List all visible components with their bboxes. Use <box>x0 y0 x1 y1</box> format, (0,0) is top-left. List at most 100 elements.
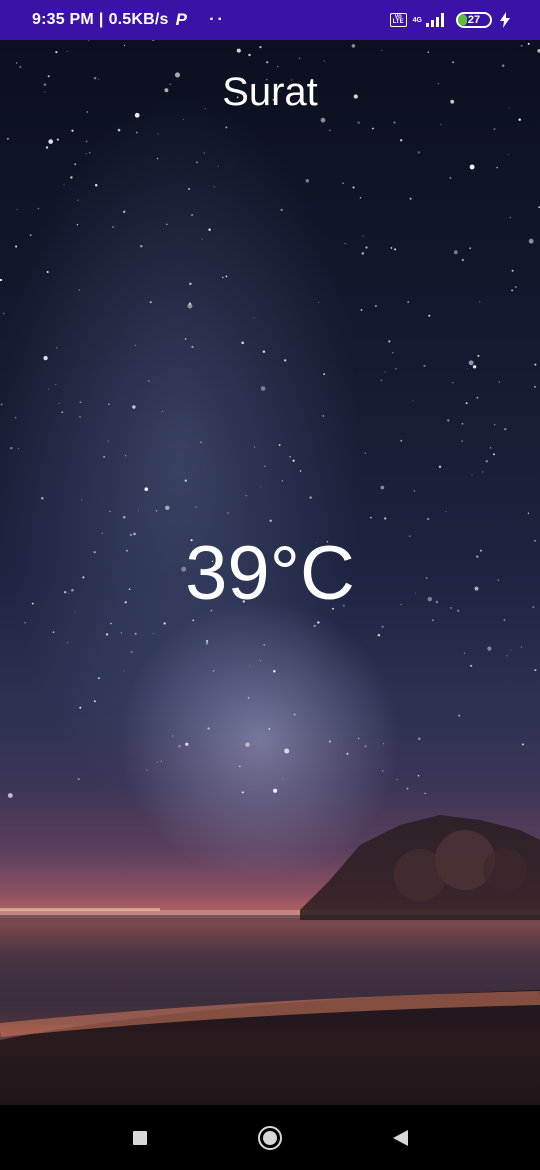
star <box>196 161 198 164</box>
star <box>533 385 536 388</box>
star <box>15 245 18 248</box>
star <box>79 401 82 404</box>
star <box>424 792 427 795</box>
star <box>382 770 384 772</box>
star <box>81 499 83 501</box>
star <box>400 139 403 142</box>
home-button[interactable] <box>250 1118 290 1158</box>
star <box>125 455 127 457</box>
more-notifications-icon: ·· <box>209 11 226 28</box>
star <box>393 121 396 124</box>
star <box>283 359 287 362</box>
star <box>201 238 203 240</box>
star <box>496 166 499 169</box>
weather-screen: 9:35 PM | 0.5KB/s P ·· Vo LTE 4G 27 Sura… <box>0 0 540 1170</box>
star <box>254 446 255 448</box>
star <box>171 735 174 737</box>
star <box>200 441 202 444</box>
star <box>134 632 137 635</box>
star <box>110 622 112 625</box>
star <box>71 129 74 132</box>
star <box>374 304 377 308</box>
star <box>188 188 190 190</box>
star <box>511 289 513 292</box>
star <box>239 765 241 768</box>
star <box>413 490 416 492</box>
recents-button[interactable] <box>120 1118 160 1158</box>
star <box>157 133 159 135</box>
star <box>85 153 87 155</box>
star <box>16 209 18 211</box>
star <box>117 128 121 132</box>
star <box>469 164 475 170</box>
star <box>360 309 363 311</box>
star <box>406 787 409 790</box>
star <box>187 303 193 309</box>
star <box>259 45 262 49</box>
star <box>205 639 209 643</box>
star <box>217 165 219 167</box>
star <box>10 447 13 450</box>
star <box>372 127 374 130</box>
back-button[interactable] <box>380 1118 420 1158</box>
status-time: 9:35 PM <box>32 11 94 28</box>
star <box>521 743 524 746</box>
star <box>489 447 492 449</box>
star <box>140 244 143 248</box>
star <box>245 495 247 497</box>
star <box>289 455 291 458</box>
signal-icon <box>426 13 444 27</box>
star <box>45 146 49 149</box>
star <box>70 176 73 179</box>
star <box>309 496 312 499</box>
star <box>108 403 110 405</box>
star <box>351 44 356 48</box>
star <box>440 123 442 125</box>
star <box>445 511 447 512</box>
star <box>534 363 537 366</box>
star <box>191 345 194 349</box>
star <box>461 423 464 425</box>
star <box>190 213 194 217</box>
star <box>503 619 506 621</box>
star <box>298 57 301 60</box>
star <box>123 210 126 213</box>
star <box>241 341 244 345</box>
star <box>146 769 148 771</box>
star <box>88 40 90 42</box>
star <box>66 642 69 644</box>
home-icon <box>258 1125 282 1150</box>
star <box>346 752 349 755</box>
star <box>493 453 495 456</box>
status-left: 9:35 PM | 0.5KB/s P ·· <box>32 10 226 30</box>
star <box>259 660 261 661</box>
star <box>123 670 125 672</box>
star <box>264 465 266 467</box>
star <box>208 228 211 231</box>
star <box>16 62 18 64</box>
status-bar: 9:35 PM | 0.5KB/s P ·· Vo LTE 4G 27 <box>0 0 540 40</box>
star <box>156 157 159 160</box>
star <box>103 455 106 458</box>
star <box>498 381 501 383</box>
star <box>318 301 320 303</box>
star <box>412 400 414 402</box>
star <box>511 269 514 272</box>
star <box>472 365 477 369</box>
star <box>485 460 488 463</box>
star <box>55 346 58 349</box>
star <box>132 405 136 409</box>
star <box>364 745 367 748</box>
star <box>305 179 310 183</box>
star <box>105 633 109 636</box>
star <box>112 226 114 228</box>
star <box>189 282 192 286</box>
star <box>510 649 512 651</box>
star <box>407 301 409 303</box>
star <box>465 402 468 405</box>
star <box>155 509 158 512</box>
star <box>377 633 381 637</box>
star <box>93 700 96 703</box>
star <box>482 471 484 473</box>
star <box>205 642 209 645</box>
